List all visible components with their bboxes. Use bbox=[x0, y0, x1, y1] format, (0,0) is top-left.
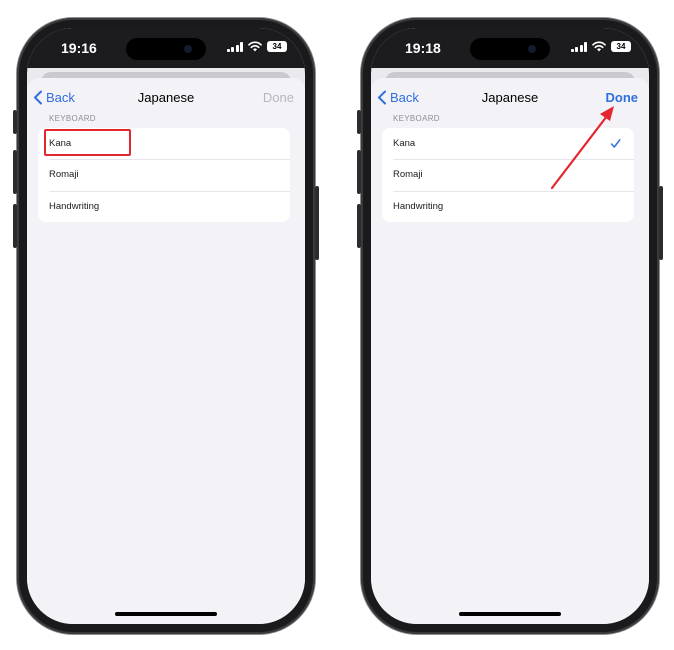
section-header-keyboard: KEYBOARD bbox=[393, 114, 440, 123]
keyboard-option-romaji[interactable]: Romaji bbox=[38, 159, 290, 190]
navigation-bar: Back Japanese Done bbox=[371, 78, 649, 116]
status-bar: 19:16 34 bbox=[27, 28, 305, 68]
screen-right: 19:18 34 Back Japanese Done KEYBOARD Kan… bbox=[371, 28, 649, 624]
annotation-highlight-box bbox=[44, 129, 131, 156]
wifi-icon bbox=[248, 41, 262, 52]
home-indicator[interactable] bbox=[115, 612, 217, 616]
keyboard-option-kana[interactable]: Kana bbox=[382, 128, 634, 159]
done-button[interactable]: Done bbox=[606, 90, 639, 105]
done-button[interactable]: Done bbox=[263, 90, 294, 105]
keyboard-option-romaji[interactable]: Romaji bbox=[382, 159, 634, 190]
volume-down-button bbox=[357, 204, 361, 248]
option-label: Handwriting bbox=[393, 200, 444, 212]
comparison-stage: 19:16 34 Back Japanese Done KEYBOARD Kan… bbox=[0, 0, 674, 650]
dynamic-island bbox=[470, 38, 550, 60]
status-time: 19:16 bbox=[61, 40, 97, 56]
cellular-signal-icon bbox=[570, 41, 587, 52]
wifi-icon bbox=[592, 41, 606, 52]
battery-icon: 34 bbox=[267, 41, 287, 52]
status-icons: 34 bbox=[226, 41, 287, 52]
status-bar: 19:18 34 bbox=[371, 28, 649, 68]
option-label: Romaji bbox=[49, 169, 79, 181]
navigation-bar: Back Japanese Done bbox=[27, 78, 305, 116]
keyboard-option-handwriting[interactable]: Handwriting bbox=[382, 190, 634, 222]
phone-left: 19:16 34 Back Japanese Done KEYBOARD Kan… bbox=[13, 18, 319, 634]
volume-down-button bbox=[13, 204, 17, 248]
status-time: 19:18 bbox=[405, 40, 441, 56]
camera-icon bbox=[528, 45, 536, 53]
volume-up-button bbox=[13, 150, 17, 194]
screen-left: 19:16 34 Back Japanese Done KEYBOARD Kan… bbox=[27, 28, 305, 624]
option-label: Kana bbox=[393, 138, 416, 150]
action-button bbox=[13, 110, 17, 134]
option-label: Handwriting bbox=[49, 200, 100, 212]
keyboard-options-list: Kana Romaji Handwriting bbox=[382, 128, 634, 222]
power-button bbox=[315, 186, 319, 260]
keyboard-option-handwriting[interactable]: Handwriting bbox=[38, 190, 290, 222]
camera-icon bbox=[184, 45, 192, 53]
dynamic-island bbox=[126, 38, 206, 60]
volume-up-button bbox=[357, 150, 361, 194]
status-icons: 34 bbox=[570, 41, 631, 52]
power-button bbox=[659, 186, 663, 260]
option-label: Romaji bbox=[393, 169, 423, 181]
action-button bbox=[357, 110, 361, 134]
home-indicator[interactable] bbox=[459, 612, 561, 616]
checkmark-icon bbox=[610, 139, 621, 148]
phone-right: 19:18 34 Back Japanese Done KEYBOARD Kan… bbox=[357, 18, 663, 634]
cellular-signal-icon bbox=[226, 41, 243, 52]
battery-icon: 34 bbox=[611, 41, 631, 52]
section-header-keyboard: KEYBOARD bbox=[49, 114, 96, 123]
